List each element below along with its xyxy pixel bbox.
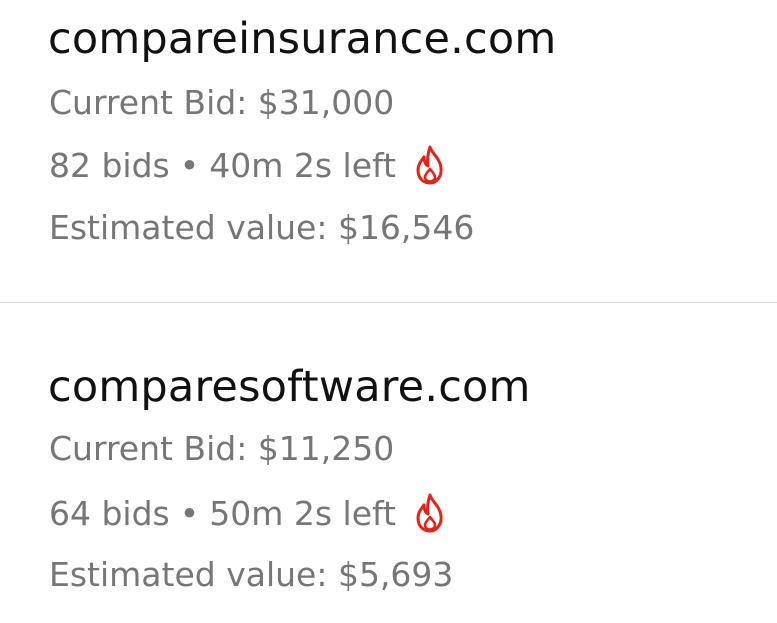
separator-dot: • bbox=[179, 493, 200, 533]
estimated-value: Estimated value: $5,693 bbox=[49, 555, 454, 594]
bid-count: 64 bids bbox=[49, 493, 170, 533]
estimated-value: Estimated value: $16,546 bbox=[49, 208, 475, 247]
time-left: 50m 2s left bbox=[209, 493, 396, 533]
fire-icon bbox=[414, 493, 446, 533]
bid-meta: 82 bids • 40m 2s left bbox=[49, 145, 446, 185]
bid-meta: 64 bids • 50m 2s left bbox=[49, 493, 446, 533]
domain-name-link[interactable]: compareinsurance.com bbox=[48, 18, 556, 61]
domain-name-link[interactable]: comparesoftware.com bbox=[48, 366, 531, 409]
separator-dot: • bbox=[179, 145, 200, 185]
current-bid: Current Bid: $31,000 bbox=[49, 83, 395, 122]
listing-divider bbox=[0, 302, 777, 303]
fire-icon bbox=[414, 145, 446, 185]
time-left: 40m 2s left bbox=[209, 145, 396, 185]
bid-count: 82 bids bbox=[49, 145, 170, 185]
current-bid: Current Bid: $11,250 bbox=[49, 429, 395, 468]
